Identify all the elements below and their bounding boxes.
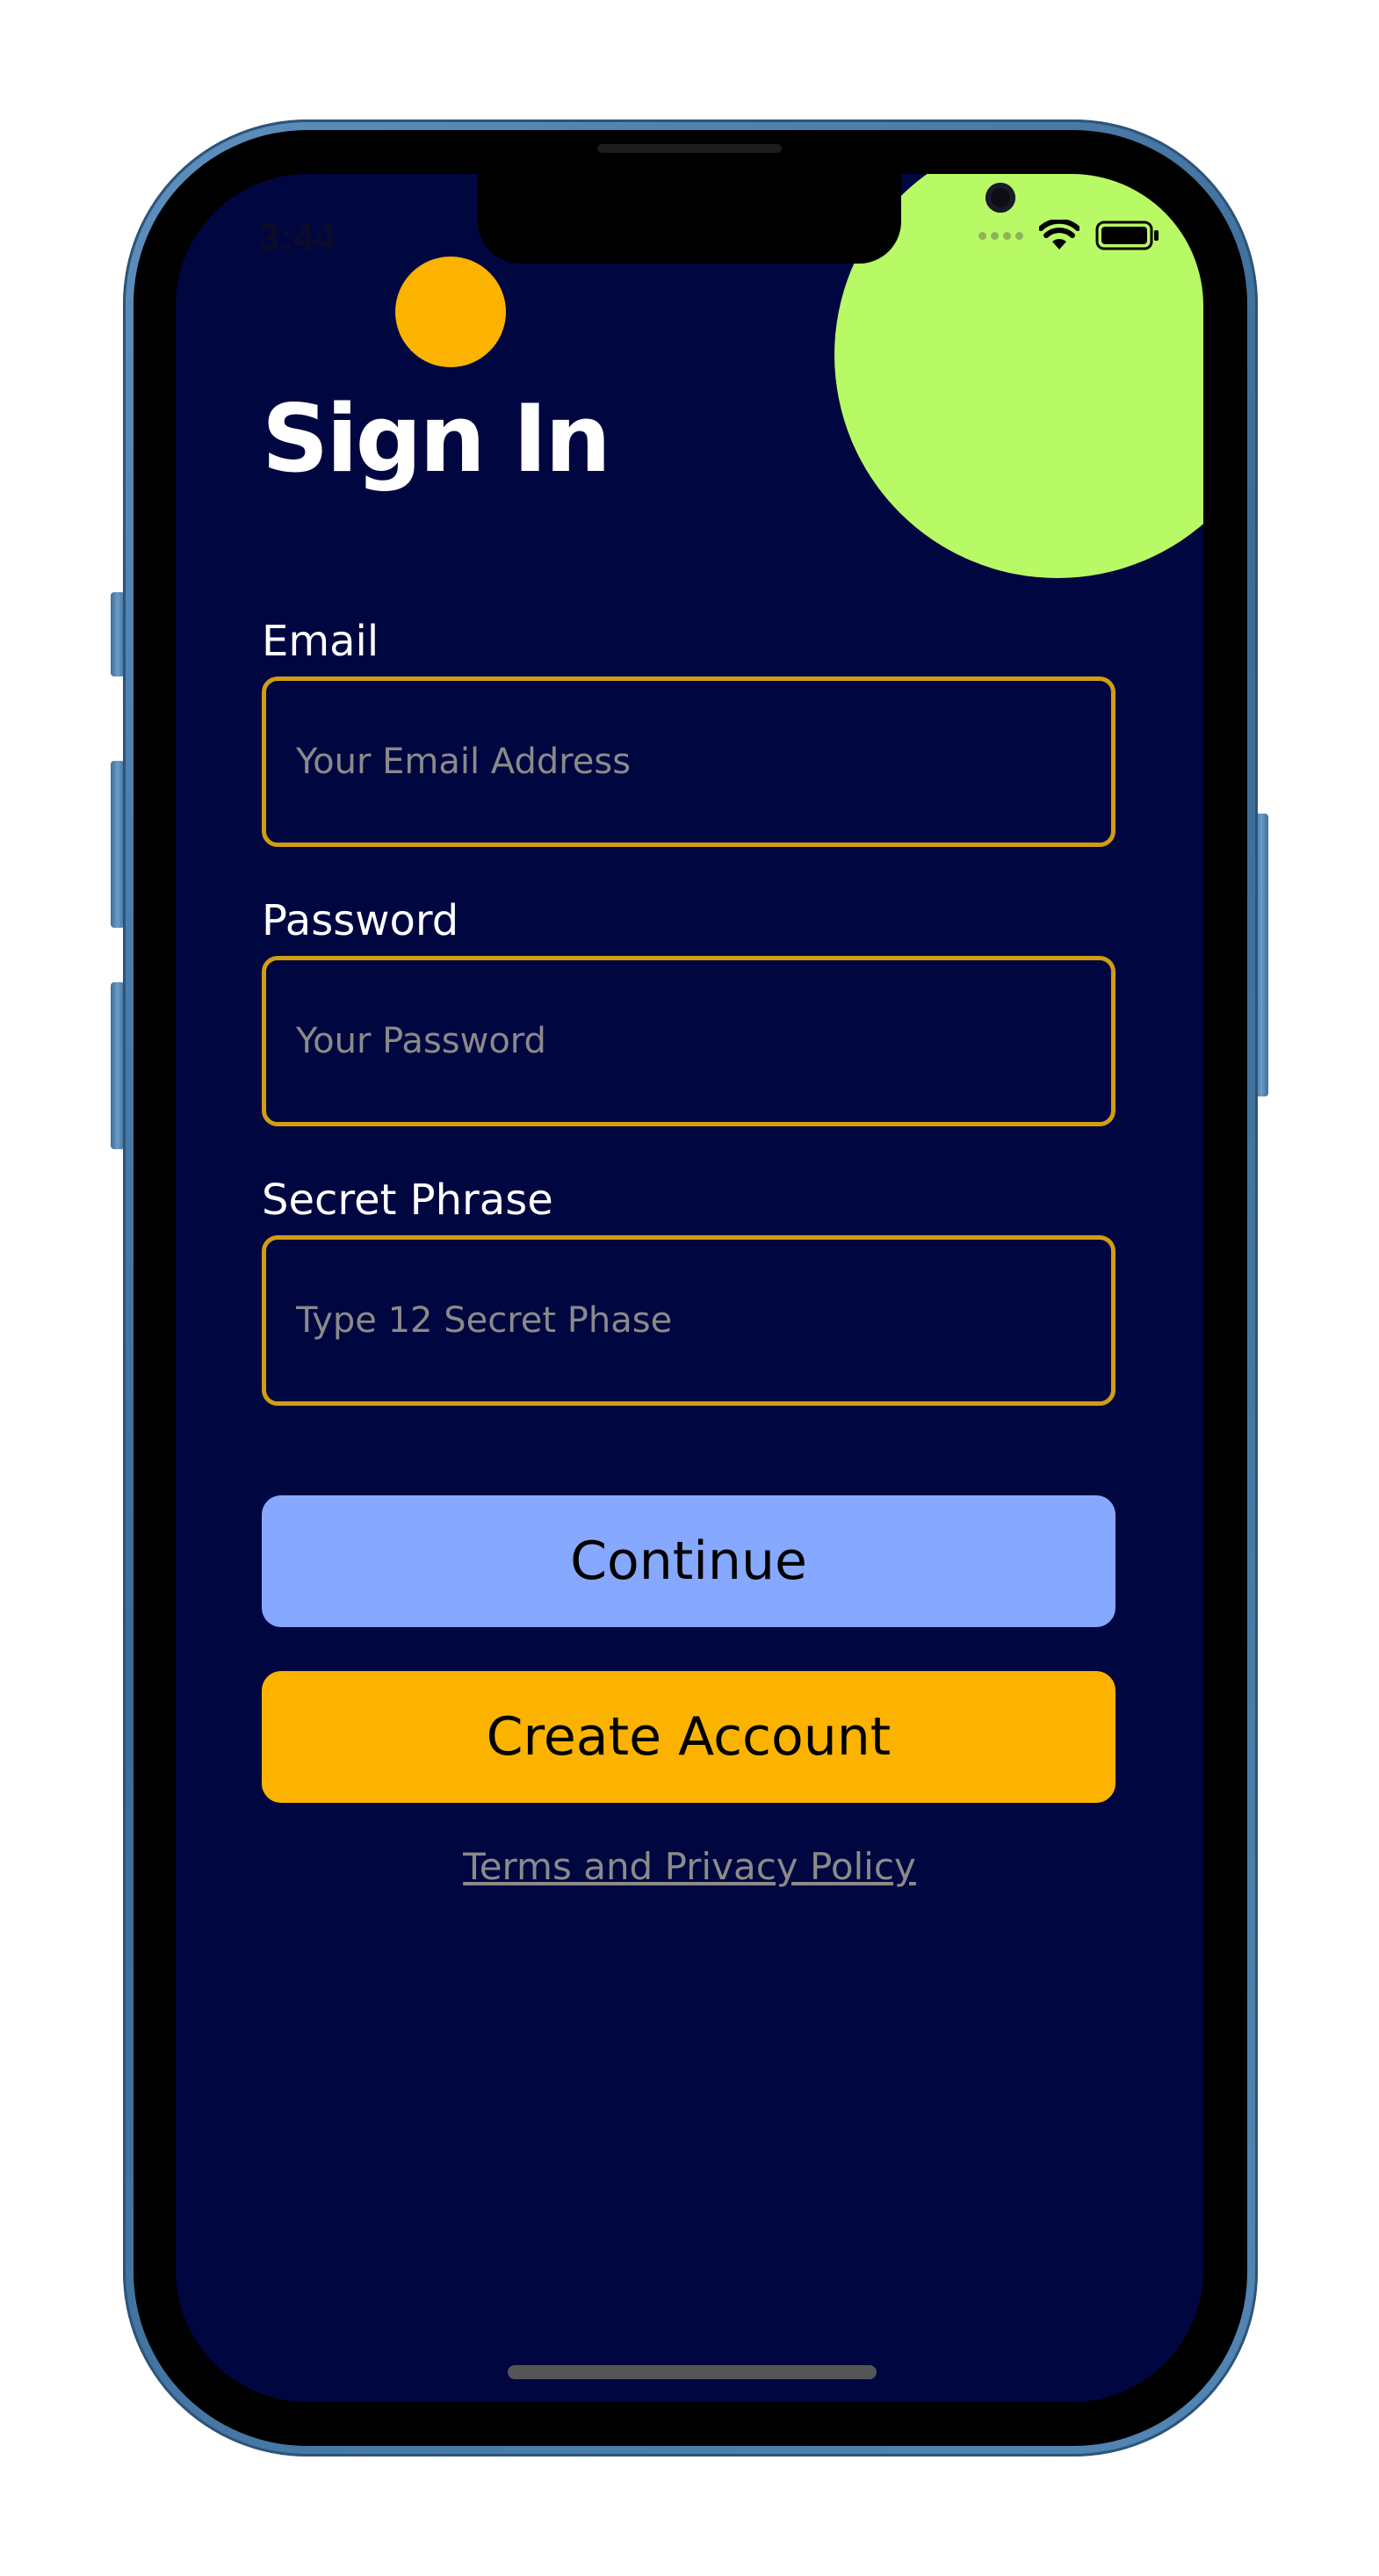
email-input[interactable] <box>296 742 1111 782</box>
continue-button[interactable]: Continue <box>262 1495 1115 1627</box>
secret-phrase-field[interactable] <box>262 1235 1115 1406</box>
camera-notch <box>478 174 1015 264</box>
earpiece-speaker <box>597 144 782 153</box>
create-account-button[interactable]: Create Account <box>262 1671 1115 1803</box>
home-indicator[interactable] <box>508 2365 877 2379</box>
email-label: Email <box>262 617 379 666</box>
email-field[interactable] <box>262 677 1115 847</box>
wifi-icon <box>1039 220 1079 250</box>
page-title: Sign In <box>262 385 611 493</box>
app-screen: 3:44 Sign In Email Password <box>176 174 1203 2402</box>
secret-phrase-input[interactable] <box>296 1300 1111 1341</box>
secret-phrase-label: Secret Phrase <box>262 1176 553 1225</box>
front-camera-icon <box>986 183 1015 213</box>
status-time: 3:44 <box>258 216 336 259</box>
password-input[interactable] <box>296 1021 1111 1061</box>
password-field[interactable] <box>262 956 1115 1126</box>
decorative-orange-circle <box>395 257 506 367</box>
device-mockup: 3:44 Sign In Email Password <box>0 0 1379 2576</box>
cellular-signal-icon <box>978 231 1023 240</box>
terms-privacy-link[interactable]: Terms and Privacy Policy <box>176 1845 1203 1888</box>
status-icons <box>978 216 1163 255</box>
password-label: Password <box>262 896 459 945</box>
battery-icon <box>1095 221 1159 250</box>
